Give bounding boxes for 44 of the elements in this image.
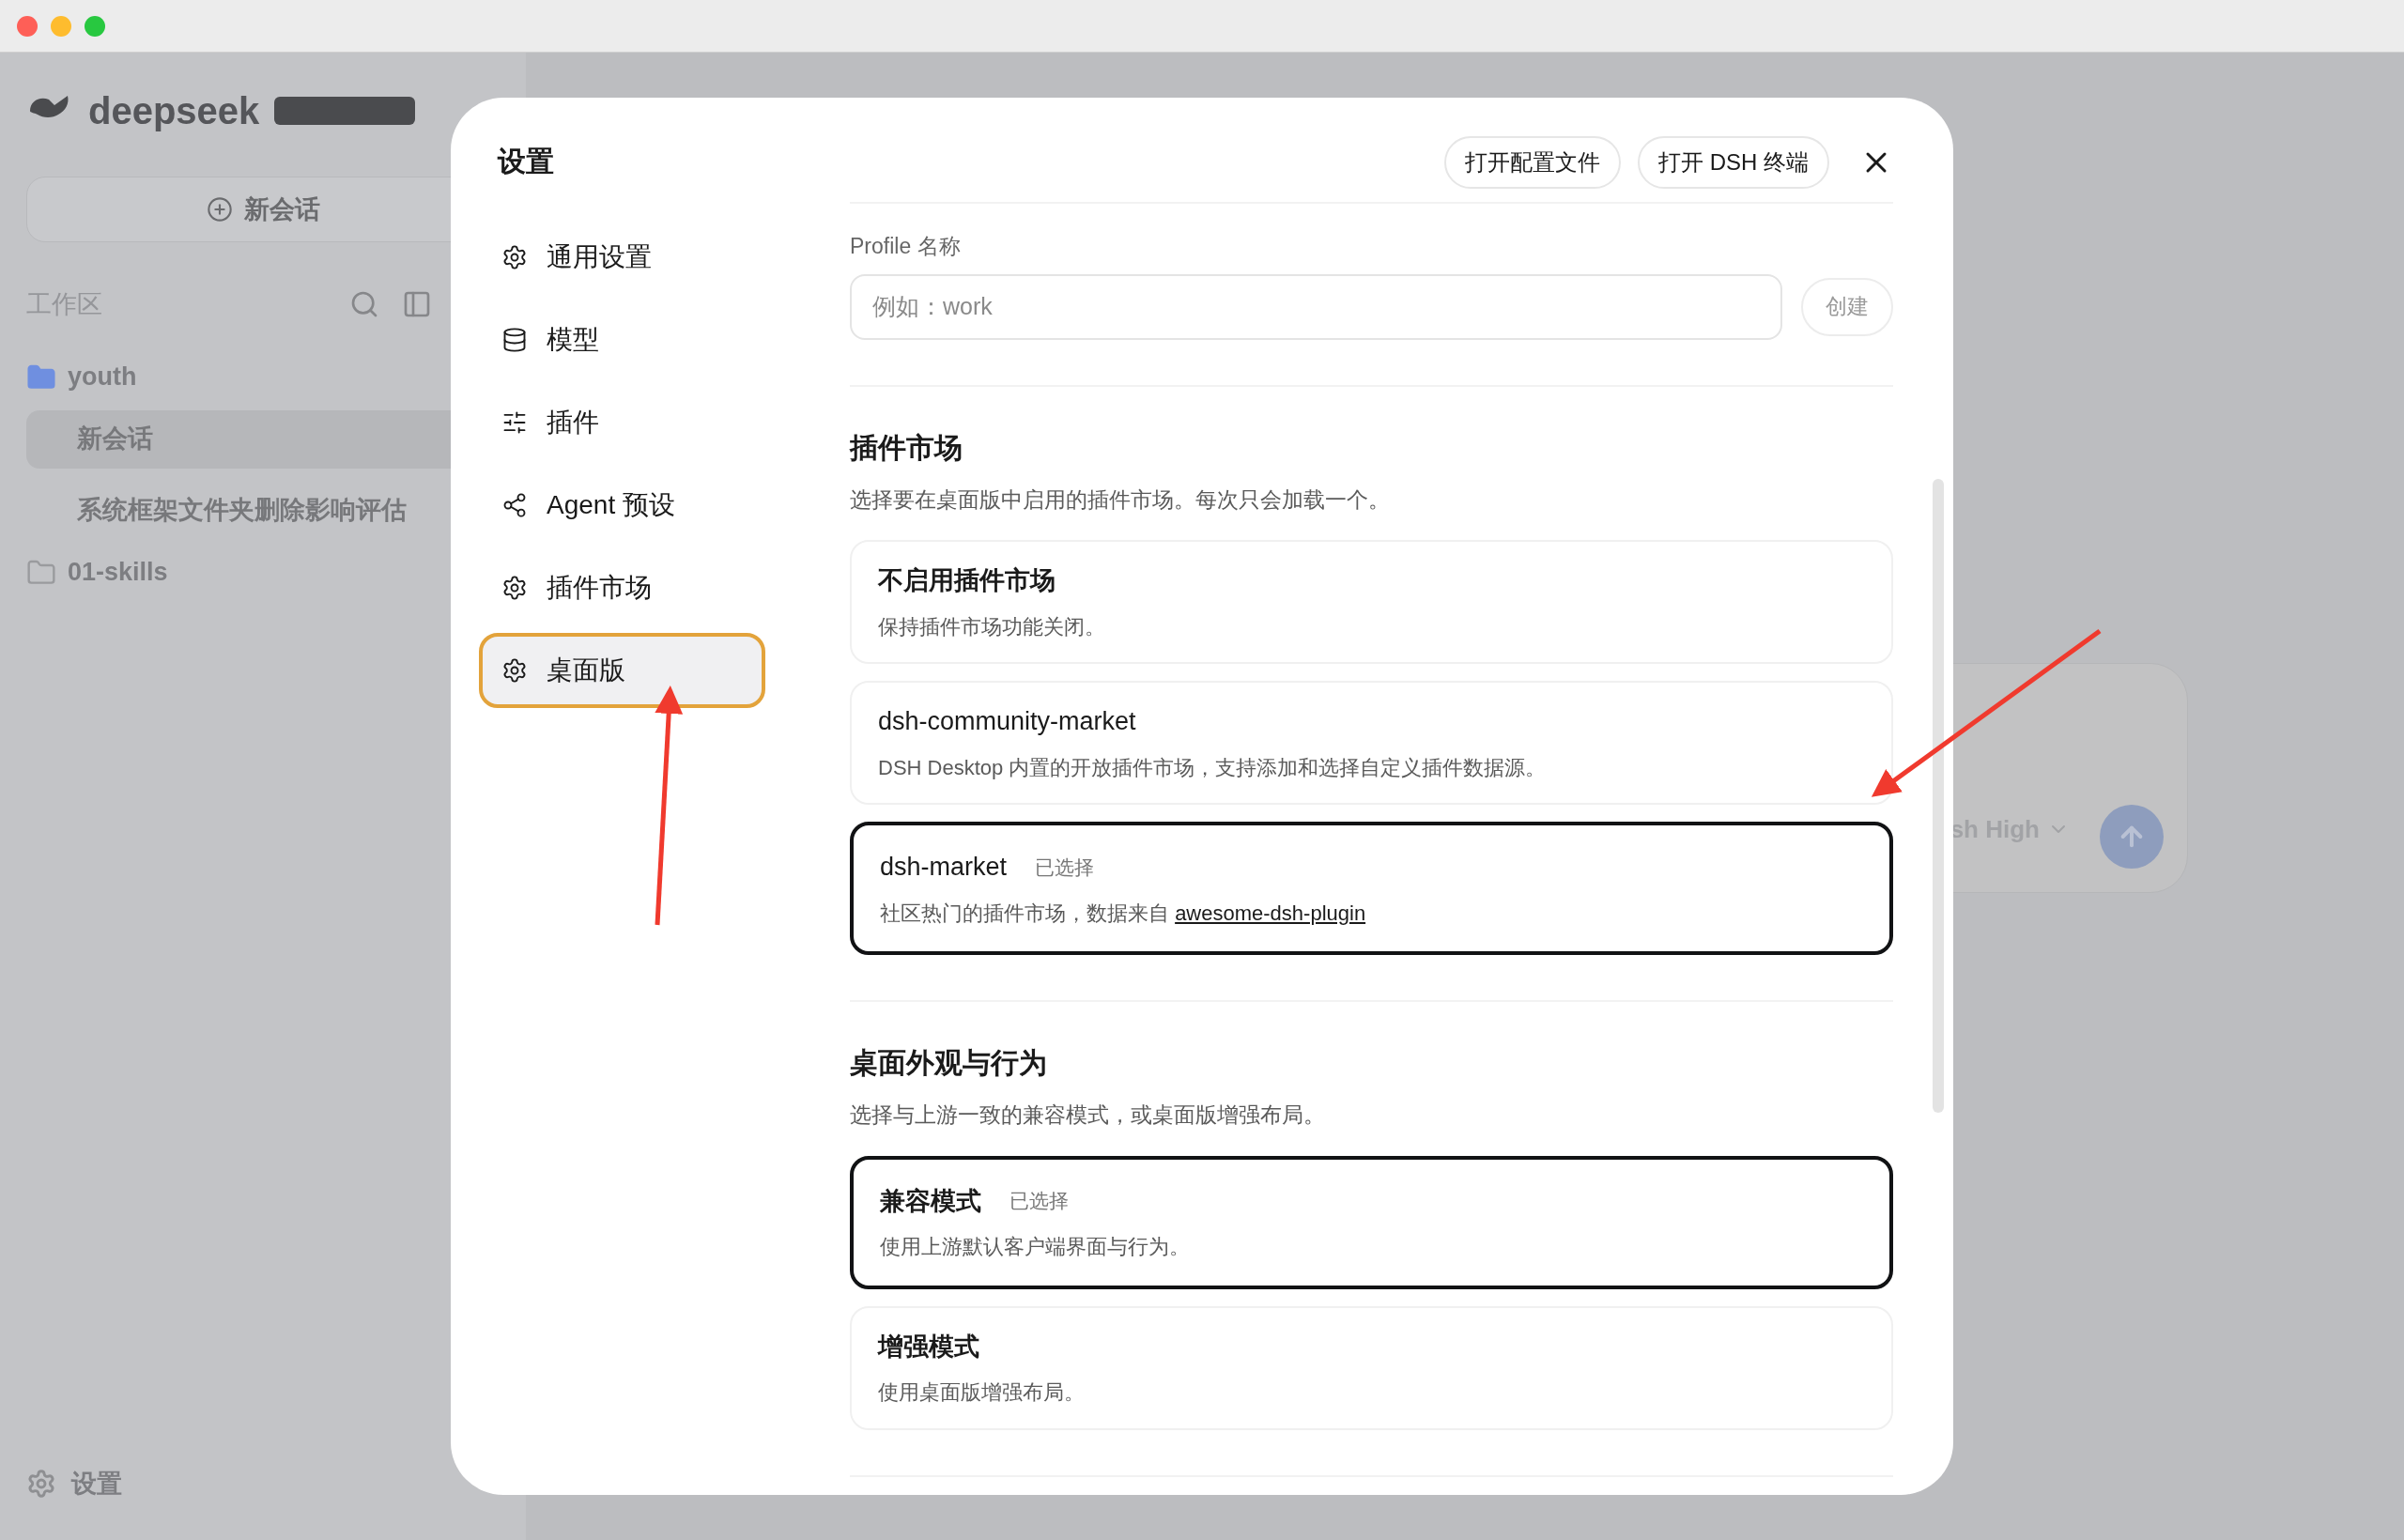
scrollbar-thumb[interactable] <box>1933 479 1944 1113</box>
nav-item[interactable]: 桌面版 <box>479 633 765 708</box>
close-window-button[interactable] <box>17 15 38 37</box>
option-card[interactable]: 兼容模式 已选择 使用上游默认客户端界面与行为。 <box>850 1155 1893 1289</box>
option-title: dsh-community-market <box>878 706 1136 738</box>
nav-item[interactable]: 插件市场 <box>479 550 765 625</box>
selected-tag: 已选择 <box>1035 852 1095 883</box>
gear-icon <box>501 657 528 684</box>
maximize-window-button[interactable] <box>85 15 105 37</box>
dialog-title: 设置 <box>496 145 555 178</box>
profile-name-field[interactable]: 例如：work <box>850 273 1782 340</box>
option-title: dsh-market <box>880 852 1008 884</box>
plugin-link[interactable]: awesome-dsh-plugin <box>1175 901 1366 925</box>
database-icon <box>501 327 528 353</box>
option-description: DSH Desktop 内置的开放插件市场，支持添加和选择自定义插件数据源。 <box>878 754 1548 781</box>
option-description: 使用桌面版增强布局。 <box>878 1379 1086 1407</box>
option-description: 保持插件市场功能关闭。 <box>878 613 1106 640</box>
option-card[interactable]: 增强模式 使用桌面版增强布局。 <box>850 1305 1893 1430</box>
sliders-icon <box>501 409 528 436</box>
gear-icon <box>26 1468 56 1499</box>
option-title: 增强模式 <box>878 1331 979 1363</box>
section-description: 选择与上游一致的兼容模式，或桌面版增强布局。 <box>850 1101 1326 1129</box>
option-description: 使用上游默认客户端界面与行为。 <box>880 1234 1191 1261</box>
header-button[interactable]: 打开配置文件 <box>1444 136 1621 189</box>
section-title: 插件市场 <box>850 430 963 465</box>
option-title: 不启用插件市场 <box>878 565 1056 597</box>
option-description: 社区热门的插件市场，数据来自 awesome-dsh-plugin <box>880 900 1367 927</box>
option-card[interactable]: dsh-community-market DSH Desktop 内置的开放插件市场，支持添加和选择自定义插件数据源。 <box>850 681 1893 805</box>
header-button[interactable]: 打开 DSH 终端 <box>1638 136 1829 189</box>
option-card[interactable]: 不启用插件市场 保持插件市场功能关闭。 <box>850 540 1893 664</box>
section-description: 选择要在桌面版中启用的插件市场。每次只会加载一个。 <box>850 485 1391 514</box>
plus-icon <box>206 196 233 223</box>
nav-item[interactable]: 模型 <box>479 302 765 377</box>
app-logo: deepseek <box>88 92 260 130</box>
nodes-icon <box>501 492 528 518</box>
gear-icon <box>501 244 528 270</box>
field-label: Profile 名称 <box>850 233 962 260</box>
gear-icon <box>501 575 528 601</box>
nav-item[interactable]: Agent 预设 <box>479 468 765 543</box>
minimize-window-button[interactable] <box>51 15 71 37</box>
option-card[interactable]: dsh-market 已选择 社区热门的插件市场，数据来自 awesome-dsh-plugin <box>850 822 1893 955</box>
selected-tag: 已选择 <box>1009 1186 1069 1216</box>
section-title: 桌面外观与行为 <box>850 1046 1048 1080</box>
option-title: 兼容模式 <box>880 1185 981 1217</box>
